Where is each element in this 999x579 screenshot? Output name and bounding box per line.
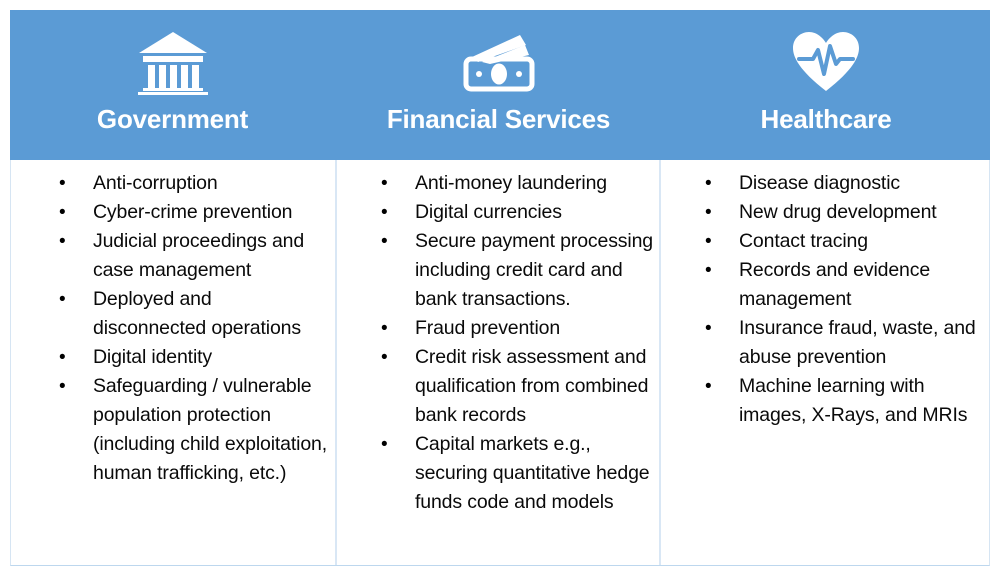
bullet-list-financial-services: Anti-money laundering Digital currencies…: [343, 169, 653, 517]
list-item: New drug development: [667, 198, 983, 227]
list-item: Contact tracing: [667, 227, 983, 256]
list-item: Insurance fraud, waste, and abuse preven…: [667, 314, 983, 372]
list-item: Records and evidence management: [667, 256, 983, 314]
column-title-government: Government: [96, 104, 249, 134]
government-building-icon: [136, 26, 210, 98]
list-item: Capital markets e.g., securing quantitat…: [343, 430, 653, 517]
list-item: Anti-corruption: [17, 169, 329, 198]
list-item: Secure payment processing including cred…: [343, 227, 653, 314]
industry-use-cases-table: Government Financial Services Healthcare…: [10, 10, 990, 566]
list-item: Credit risk assessment and qualification…: [343, 343, 653, 430]
list-item: Digital identity: [17, 343, 329, 372]
list-item: Fraud prevention: [343, 314, 653, 343]
list-item: Cyber-crime prevention: [17, 198, 329, 227]
slide-canvas: Government Financial Services Healthcare…: [0, 0, 999, 579]
list-item: Machine learning with images, X-Rays, an…: [667, 372, 983, 430]
body-cell-financial-services: Anti-money laundering Digital currencies…: [335, 160, 661, 565]
money-banknotes-icon: [458, 26, 540, 98]
bullet-list-government: Anti-corruption Cyber-crime prevention J…: [17, 169, 329, 488]
heart-pulse-icon: [791, 26, 861, 98]
list-item: Safeguarding / vulnerable population pro…: [17, 372, 329, 488]
header-cell-financial-services: Financial Services: [335, 10, 662, 160]
header-cell-healthcare: Healthcare: [662, 10, 990, 160]
list-item: Anti-money laundering: [343, 169, 653, 198]
header-cell-government: Government: [10, 10, 335, 160]
column-title-financial-services: Financial Services: [386, 104, 611, 134]
column-title-healthcare: Healthcare: [760, 104, 892, 134]
list-item: Deployed and disconnected operations: [17, 285, 329, 343]
list-item: Disease diagnostic: [667, 169, 983, 198]
table-header-row: Government Financial Services Healthcare: [10, 10, 990, 160]
bullet-list-healthcare: Disease diagnostic New drug development …: [667, 169, 983, 430]
body-cell-government: Anti-corruption Cyber-crime prevention J…: [11, 160, 335, 565]
list-item: Judicial proceedings and case management: [17, 227, 329, 285]
table-body-row: Anti-corruption Cyber-crime prevention J…: [10, 160, 990, 566]
list-item: Digital currencies: [343, 198, 653, 227]
body-cell-healthcare: Disease diagnostic New drug development …: [661, 160, 989, 565]
